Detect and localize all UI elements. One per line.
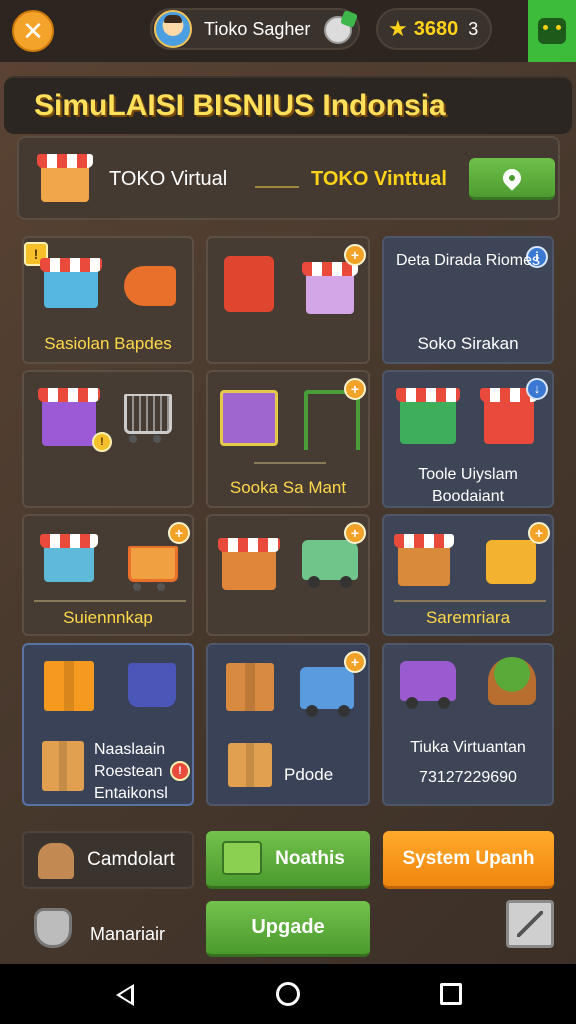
card-value: 73127229690	[419, 769, 517, 786]
card-title: Deta Dirada Riomes	[395, 252, 541, 269]
card-label: Tiuka Virtuantan	[410, 739, 526, 756]
manage-label: Manariair	[90, 924, 166, 944]
close-icon: ✕	[22, 15, 44, 46]
hut-icon	[38, 843, 74, 879]
plant-pot-icon	[488, 657, 536, 705]
pin-icon	[499, 164, 525, 191]
button-label: Noathis	[275, 847, 345, 869]
trolley-icon	[128, 663, 176, 707]
robot-icon	[538, 18, 566, 44]
star-icon: ★	[388, 16, 408, 41]
kiosk-icon	[394, 534, 454, 586]
divider	[394, 600, 546, 602]
card-8[interactable]: +	[206, 514, 370, 636]
profile-pill[interactable]: Tioko Sagher	[150, 8, 360, 50]
home-icon[interactable]	[276, 982, 300, 1006]
red-shop-icon	[224, 256, 274, 312]
storefront-icon	[218, 538, 280, 590]
button-label: Camdolart	[87, 849, 175, 870]
noathis-button[interactable]: Noathis	[206, 831, 370, 889]
divider	[254, 462, 326, 464]
system-upgrade-button[interactable]: System Upanh	[383, 831, 554, 889]
alert-badge-icon: !	[92, 432, 112, 452]
card-5[interactable]: + Sooka Sa Mant	[206, 370, 370, 508]
card-label: Pdode	[284, 765, 334, 784]
store-row[interactable]: TOKO Virtual TOKO Vinttual	[17, 136, 560, 220]
coin-value: 3680	[413, 17, 459, 40]
coin-count: 3	[468, 18, 479, 39]
cart-icon	[128, 546, 178, 591]
alert-badge-icon: !	[170, 761, 190, 781]
shop-stall-icon	[40, 258, 102, 308]
upgrade-button[interactable]: Upgade	[206, 901, 370, 957]
plus-badge-icon: +	[344, 651, 366, 673]
purple-truck-icon	[400, 661, 456, 709]
store-icon	[37, 154, 93, 202]
card-10[interactable]: Naaslaain Roestean Entaikonsl !	[22, 643, 194, 806]
title-banner: SimuLAISI BISNIUS Indonsia	[4, 76, 572, 134]
camdolart-button[interactable]: Camdolart	[22, 831, 194, 889]
tent-shop-icon	[480, 388, 538, 444]
orange-box-icon	[44, 661, 94, 711]
card-3[interactable]: i Deta Dirada Riomes Soko Sirakan	[382, 236, 554, 364]
shopping-cart-icon	[124, 394, 172, 443]
produce-stall-icon	[40, 534, 98, 582]
plus-badge-icon: +	[528, 522, 550, 544]
card-12[interactable]: Tiuka Virtuantan 73127229690	[382, 643, 554, 806]
coin-counter[interactable]: ★ 3680 3	[376, 8, 492, 50]
arrow-icon	[517, 911, 543, 937]
back-icon[interactable]	[116, 984, 134, 1006]
settings-badge-icon[interactable]	[324, 16, 352, 44]
store-label-highlight: TOKO Vinttual	[311, 168, 447, 190]
crate-icon	[222, 841, 262, 875]
button-label: System Upanh	[402, 847, 535, 869]
top-bar: ✕ Tioko Sagher ★ 3680 3	[0, 0, 576, 62]
close-button[interactable]: ✕	[12, 10, 54, 52]
plus-badge-icon: +	[168, 522, 190, 544]
card-7[interactable]: + Suiennnkap	[22, 514, 194, 636]
plus-badge-icon: +	[344, 522, 366, 544]
card-label: Sasiolan Bapdes	[44, 334, 172, 353]
plus-badge-icon: +	[344, 244, 366, 266]
store-label: TOKO Virtual	[109, 168, 228, 190]
avatar	[154, 10, 192, 48]
card-11[interactable]: + Pdode	[206, 643, 370, 806]
card-2[interactable]: +	[206, 236, 370, 364]
page-title: SimuLAISI BISNIUS Indonsia	[34, 89, 446, 122]
parcel-icon	[42, 741, 84, 791]
download-badge-icon: ↓	[526, 378, 548, 400]
box-icon	[226, 663, 274, 711]
card-label: Toole Uiyslam Boodaiant	[418, 466, 518, 505]
card-4[interactable]: !	[22, 370, 194, 508]
system-nav-bar	[0, 964, 576, 1024]
card-label: Saremriara	[425, 608, 511, 627]
card-label: Suiennnkap	[63, 608, 153, 627]
minimize-icon[interactable]	[506, 900, 554, 948]
green-shop-icon	[396, 388, 460, 444]
plus-badge-icon: +	[344, 378, 366, 400]
profile-name: Tioko Sagher	[204, 18, 311, 39]
delivery-truck-icon	[300, 667, 354, 717]
card-1[interactable]: ! Sasiolan Bapdes	[22, 236, 194, 364]
pink-shop-icon	[302, 262, 358, 314]
house-icon	[486, 540, 536, 584]
divider	[255, 186, 299, 188]
crate-icon	[220, 390, 278, 446]
divider	[34, 600, 186, 602]
location-button[interactable]	[469, 158, 555, 200]
package-icon	[228, 743, 272, 787]
button-label: Upgade	[251, 916, 325, 938]
wagon-icon	[124, 266, 176, 306]
purple-shop-icon	[38, 388, 100, 446]
card-9[interactable]: + Saremriara	[382, 514, 554, 636]
card-label: Sooka Sa Mant	[229, 478, 347, 497]
robot-button[interactable]	[528, 0, 576, 62]
shield-icon[interactable]	[34, 908, 72, 948]
van-icon	[302, 540, 358, 588]
card-label: Soko Sirakan	[417, 334, 519, 353]
card-6[interactable]: ↓ Toole Uiyslam Boodaiant	[382, 370, 554, 508]
recent-apps-icon[interactable]	[440, 983, 462, 1005]
